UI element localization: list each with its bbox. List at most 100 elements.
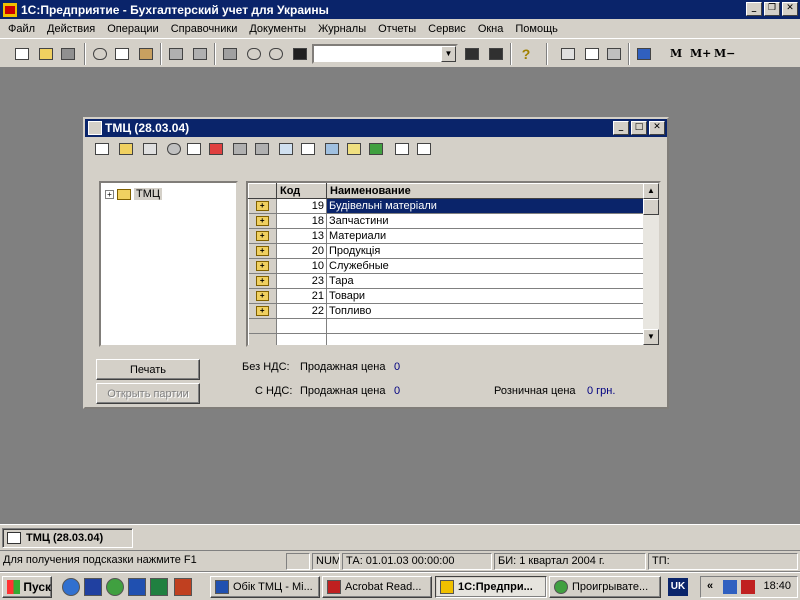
memory-button[interactable]: M xyxy=(670,47,682,60)
open-folder-icon[interactable] xyxy=(36,44,56,64)
open-batches-button[interactable]: Открыть партии xyxy=(96,383,200,404)
edit-text-icon[interactable] xyxy=(604,44,624,64)
edit-item-icon[interactable] xyxy=(141,140,159,158)
save-quicklaunch-icon[interactable] xyxy=(84,578,102,596)
column-header-icon[interactable] xyxy=(248,183,277,199)
table-row[interactable]: + 22 Топливо xyxy=(248,303,644,319)
window-close-button[interactable]: ✕ xyxy=(649,121,665,135)
table-row[interactable]: + 13 Материали xyxy=(248,228,644,244)
app-quicklaunch-icon[interactable] xyxy=(174,578,192,596)
menu-operations[interactable]: Операции xyxy=(101,23,164,35)
scroll-thumb[interactable] xyxy=(643,199,659,215)
new-item-icon[interactable] xyxy=(93,140,111,158)
print-icon[interactable] xyxy=(166,44,186,64)
copy-icon[interactable] xyxy=(112,44,132,64)
start-button[interactable]: Пуск xyxy=(2,576,52,598)
copy-item-icon[interactable] xyxy=(185,140,203,158)
network-icon[interactable] xyxy=(723,580,737,594)
minimize-button[interactable]: _ xyxy=(746,2,762,16)
scroll-down-icon[interactable]: ▼ xyxy=(643,329,659,345)
word-icon[interactable] xyxy=(128,578,146,596)
list-view-icon[interactable] xyxy=(277,140,295,158)
task-word[interactable]: Обік ТМЦ - Mi... xyxy=(210,576,320,598)
menu-journals[interactable]: Журналы xyxy=(312,23,372,35)
print-button[interactable]: Печать xyxy=(96,359,200,380)
table-row[interactable]: + 19 Будівельні матеріали xyxy=(248,198,644,214)
context-help-icon[interactable] xyxy=(415,140,433,158)
table-row[interactable]: + 21 Товари xyxy=(248,288,644,304)
scroll-up-icon[interactable]: ▲ xyxy=(643,183,659,199)
book-icon[interactable] xyxy=(634,44,654,64)
delete-item-icon[interactable] xyxy=(207,140,225,158)
find-down-icon[interactable] xyxy=(486,44,506,64)
menu-documents[interactable]: Документы xyxy=(243,23,312,35)
window-maximize-button[interactable]: □ xyxy=(631,121,647,135)
table-row[interactable]: + 10 Служебные xyxy=(248,258,644,274)
expand-icon[interactable]: + xyxy=(105,189,114,199)
find-binoculars-icon[interactable] xyxy=(290,44,310,64)
menu-windows[interactable]: Окна xyxy=(472,23,510,35)
calculator-icon[interactable] xyxy=(558,44,578,64)
table-row[interactable]: + 20 Продукція xyxy=(248,243,644,259)
task-1c[interactable]: 1С:Предпри... xyxy=(435,576,547,598)
print-preview-icon[interactable] xyxy=(190,44,210,64)
report-icon[interactable] xyxy=(299,140,317,158)
ie-icon[interactable] xyxy=(62,578,80,596)
empty-row[interactable] xyxy=(248,333,644,345)
menu-help[interactable]: Помощь xyxy=(509,23,564,35)
status-ta: ТА: 01.01.03 00:00:00 xyxy=(342,553,492,570)
restore-button[interactable]: ❐ xyxy=(764,2,780,16)
search-combo[interactable]: ▼ xyxy=(312,44,458,64)
grid-scrollbar[interactable]: ▲ ▼ xyxy=(643,183,659,345)
move-item-icon[interactable] xyxy=(231,140,249,158)
column-header-name[interactable]: Наименование xyxy=(326,183,644,199)
subordinate-icon[interactable] xyxy=(323,140,341,158)
hierarchy-icon[interactable] xyxy=(253,140,271,158)
close-button[interactable]: ✕ xyxy=(782,2,798,16)
find-up-icon[interactable] xyxy=(462,44,482,64)
app-title-bar[interactable]: 1С:Предприятие - Бухгалтерский учет для … xyxy=(0,0,800,19)
memory-minus-button[interactable]: M− xyxy=(714,47,735,60)
paste-icon[interactable] xyxy=(136,44,156,64)
menu-references[interactable]: Справочники xyxy=(165,23,244,35)
redo-icon[interactable] xyxy=(266,44,286,64)
task-player[interactable]: Проигрывате... xyxy=(549,576,661,598)
group-tree[interactable]: + ТМЦ xyxy=(99,181,238,347)
window-minimize-button[interactable]: _ xyxy=(613,121,629,135)
column-header-code[interactable]: Код xyxy=(276,183,327,199)
save-icon[interactable] xyxy=(58,44,78,64)
find-icon[interactable] xyxy=(165,140,183,158)
status-empty xyxy=(286,553,310,570)
tree-node-root[interactable]: + ТМЦ xyxy=(105,188,163,200)
row-name: Служебные xyxy=(326,258,644,274)
new-document-icon[interactable] xyxy=(12,44,32,64)
empty-row[interactable] xyxy=(248,318,644,334)
menu-reports[interactable]: Отчеты xyxy=(372,23,422,35)
undo-icon[interactable] xyxy=(244,44,264,64)
excel-icon[interactable] xyxy=(150,578,168,596)
menu-actions[interactable]: Действия xyxy=(41,23,101,35)
tree-toggle-icon[interactable] xyxy=(345,140,363,158)
journal-icon[interactable] xyxy=(220,44,240,64)
history-icon[interactable] xyxy=(367,140,385,158)
tray-chevron-icon[interactable]: « xyxy=(707,580,713,592)
table-row[interactable]: + 23 Тара xyxy=(248,273,644,289)
task-acrobat[interactable]: Acrobat Read... xyxy=(322,576,432,598)
help-icon[interactable]: ? xyxy=(516,44,536,64)
clock[interactable]: 18:40 xyxy=(763,580,791,592)
antivirus-icon[interactable] xyxy=(741,580,755,594)
chevron-down-icon[interactable]: ▼ xyxy=(441,46,456,62)
window-title-bar[interactable]: ТМЦ (28.03.04) _ □ ✕ xyxy=(85,119,667,137)
cut-icon[interactable] xyxy=(90,44,110,64)
calendar-icon[interactable] xyxy=(582,44,602,64)
items-grid[interactable]: Код Наименование + 19 Будівельні матеріа… xyxy=(246,181,661,347)
new-group-icon[interactable] xyxy=(117,140,135,158)
window-help-icon[interactable] xyxy=(393,140,411,158)
language-indicator[interactable]: UK xyxy=(668,578,688,596)
menu-file[interactable]: Файл xyxy=(2,23,41,35)
media-player-icon[interactable] xyxy=(106,578,124,596)
window-tab-tmc[interactable]: ТМЦ (28.03.04) xyxy=(2,528,133,548)
memory-plus-button[interactable]: M+ xyxy=(690,47,711,60)
menu-service[interactable]: Сервис xyxy=(422,23,472,35)
table-row[interactable]: + 18 Запчастини xyxy=(248,213,644,229)
